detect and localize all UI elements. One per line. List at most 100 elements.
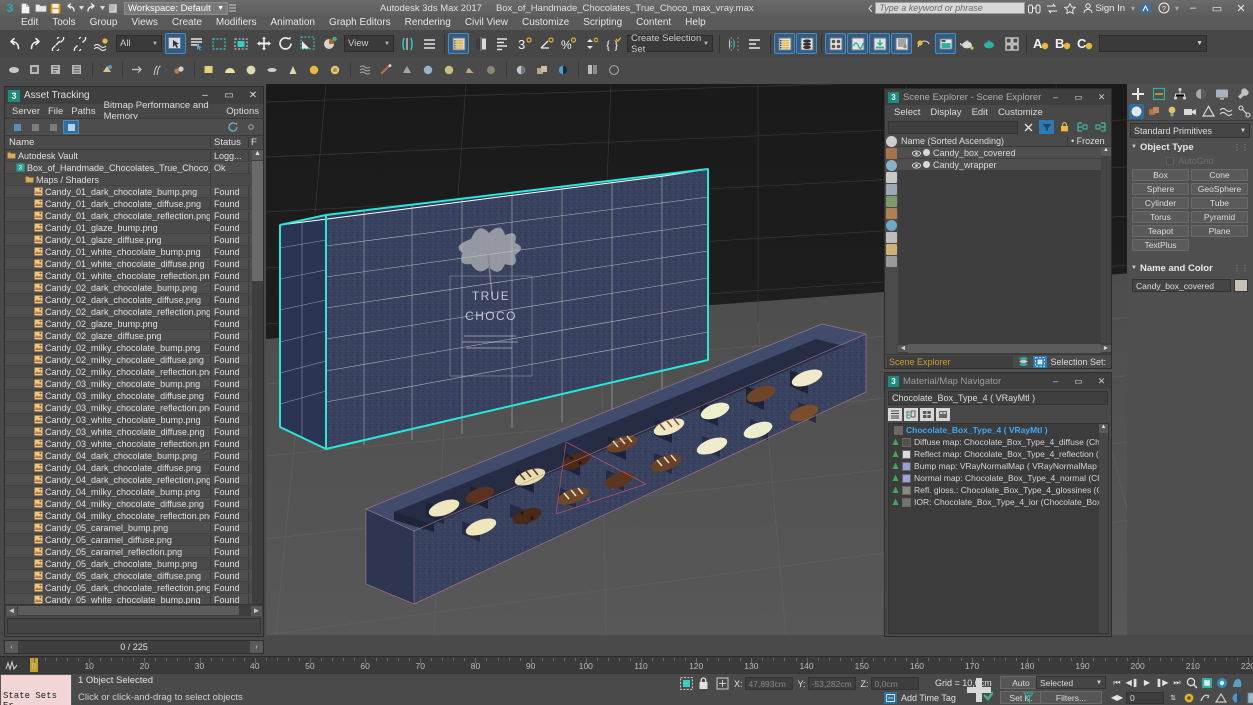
- asset-row[interactable]: Candy_01_glaze_diffuse.png Found: [5, 234, 263, 246]
- close-button[interactable]: ✕: [1229, 0, 1253, 16]
- filter-spacewarps-icon[interactable]: [886, 208, 897, 219]
- search-input[interactable]: Type a keyword or phrase: [875, 2, 1026, 14]
- filter-geometry-icon[interactable]: [886, 148, 897, 159]
- menu-item-edit[interactable]: Edit: [14, 16, 45, 30]
- shapes-tab[interactable]: [1147, 104, 1162, 119]
- asset-list-vertical-scrollbar[interactable]: ▲: [252, 150, 263, 604]
- align-button[interactable]: [492, 33, 513, 54]
- vray-sphere-light-icon[interactable]: [241, 60, 260, 79]
- create-selection-set-dropdown[interactable]: Create Selection Set ▼: [627, 33, 713, 55]
- select-by-name-button[interactable]: [187, 33, 208, 54]
- asset-row[interactable]: Candy_05_caramel_bump.png Found: [5, 522, 263, 534]
- redo-button[interactable]: [25, 33, 46, 54]
- use-pivot-point-center-button[interactable]: [397, 33, 418, 54]
- menu-item-graph-editors[interactable]: Graph Editors: [322, 16, 398, 30]
- rectangular-selection-region-button[interactable]: [209, 33, 230, 54]
- pan-view-icon[interactable]: [1230, 676, 1244, 689]
- layer-b-button[interactable]: B: [1052, 33, 1073, 54]
- asset-row[interactable]: Candy_03_white_chocolate_diffuse.png Foun…: [5, 426, 263, 438]
- material-map-row[interactable]: Reflect map: Chocolate_Box_Type_4_reflec…: [889, 448, 1108, 460]
- clear-filter-icon[interactable]: [1021, 120, 1036, 134]
- filter-helpers-icon[interactable]: [886, 196, 897, 207]
- rendered-frame-window-button[interactable]: [891, 33, 912, 54]
- asset-row[interactable]: Candy_01_white_chocolate_diffuse.png Foun…: [5, 258, 263, 270]
- spinner-snap-toggle-button[interactable]: [580, 33, 601, 54]
- scene-explorer-horizontal-scrollbar[interactable]: ◄ ►: [898, 343, 1111, 354]
- scene-menu-edit[interactable]: Edit: [967, 107, 993, 118]
- workspace-selector[interactable]: Workspace: Default ▼: [124, 1, 228, 15]
- asset-row[interactable]: Candy_01_white_chocolate_reflection.png F…: [5, 270, 263, 282]
- sign-in-button[interactable]: Sign In: [1079, 3, 1129, 14]
- named-selection-sets-button[interactable]: [448, 33, 469, 54]
- asset-row[interactable]: Candy_02_dark_chocolate_reflection.png Fo…: [5, 306, 263, 318]
- vray-render-elements-icon[interactable]: [583, 60, 602, 79]
- filter-funnel-icon[interactable]: [1039, 120, 1054, 134]
- open-asset-tracking-button[interactable]: [1001, 33, 1022, 54]
- asset-row[interactable]: Candy_04_dark_chocolate_bump.png Found: [5, 450, 263, 462]
- scene-object-row[interactable]: Candy_box_covered: [898, 147, 1111, 159]
- align-objects-button[interactable]: [745, 33, 766, 54]
- create-tube-button[interactable]: Tube: [1191, 197, 1248, 209]
- filter-groups-icon[interactable]: [886, 220, 897, 231]
- vray-clipper-icon[interactable]: [169, 60, 188, 79]
- create-tab[interactable]: [1130, 86, 1146, 102]
- frame-counter[interactable]: 0 / 225: [18, 642, 250, 652]
- filter-all-icon[interactable]: [886, 136, 897, 147]
- filter-bones-icon[interactable]: [886, 244, 897, 255]
- asset-row[interactable]: Candy_02_dark_chocolate_bump.png Found: [5, 282, 263, 294]
- scene-menu-select[interactable]: Select: [889, 107, 925, 118]
- vray-light-material-icon[interactable]: [439, 60, 458, 79]
- asset-row[interactable]: Autodesk Vault Logg...: [5, 150, 263, 162]
- asset-row[interactable]: Candy_01_dark_chocolate_bump.png Found: [5, 186, 263, 198]
- create-box-button[interactable]: Box: [1132, 169, 1189, 181]
- scroll-thumb[interactable]: [908, 344, 1101, 353]
- edit-named-selection-sets-button[interactable]: {}: [602, 33, 623, 54]
- asset-row[interactable]: Candy_02_milky_chocolate_diffuse.png Foun…: [5, 354, 263, 366]
- vray-dirt-icon[interactable]: [532, 60, 551, 79]
- scene-explorer-object-list[interactable]: Candy_box_covered Candy_wrapper ▲: [898, 147, 1111, 343]
- asset-row[interactable]: Candy_04_milky_chocolate_reflection.png F…: [5, 510, 263, 522]
- asset-row[interactable]: Candy_04_dark_chocolate_reflection.png Fo…: [5, 474, 263, 486]
- asset-row[interactable]: Maps / Shaders: [5, 174, 263, 186]
- asset-row[interactable]: Candy_04_milky_chocolate_bump.png Found: [5, 486, 263, 498]
- toggle-layer-explorer-button[interactable]: [796, 33, 817, 54]
- coord-y-input[interactable]: -53,282cm: [807, 677, 856, 690]
- timeline-track[interactable]: 0 10 20 30 40 50 60 70 80 90 100 110 120 130 140 150 160…: [0, 656, 1253, 673]
- scene-explorer-close-button[interactable]: ✕: [1092, 90, 1111, 105]
- filter-lights-icon[interactable]: [886, 172, 897, 183]
- create-sphere-button[interactable]: Sphere: [1132, 183, 1189, 195]
- material-root-row[interactable]: Chocolate_Box_Type_4 ( VRayMtl ): [889, 424, 1108, 436]
- menu-item-modifiers[interactable]: Modifiers: [209, 16, 264, 30]
- create-cylinder-button[interactable]: Cylinder: [1132, 197, 1189, 209]
- coord-z-input[interactable]: 0,0cm: [870, 677, 919, 690]
- asset-view-tree-icon[interactable]: [45, 120, 61, 134]
- maximize-viewport-icon[interactable]: [1246, 691, 1253, 704]
- vray-material-list-icon[interactable]: [67, 60, 86, 79]
- visibility-eye-icon[interactable]: [912, 161, 921, 169]
- collapse-all-icon[interactable]: [1093, 120, 1108, 134]
- hierarchy-tab[interactable]: [1172, 86, 1188, 102]
- material-map-row[interactable]: Bump map: VRayNormalMap ( VRayNormalMap …: [889, 460, 1108, 472]
- new-file-icon[interactable]: [18, 1, 33, 15]
- time-configuration-icon[interactable]: ◀▶: [1110, 691, 1124, 704]
- vray-sky-icon[interactable]: [325, 60, 344, 79]
- favorites-star-icon[interactable]: [1061, 1, 1079, 15]
- asset-tracking-close-button[interactable]: ✕: [243, 88, 263, 104]
- material-map-row[interactable]: Diffuse map: Chocolate_Box_Type_4_diffus…: [889, 436, 1108, 448]
- walkthrough-icon[interactable]: [1230, 691, 1244, 704]
- current-material-field[interactable]: Chocolate_Box_Type_4 ( VRayMtl ): [888, 391, 1108, 405]
- material-map-row[interactable]: Refl. gloss.: Chocolate_Box_Type_4_gloss…: [889, 484, 1108, 496]
- asset-row[interactable]: Candy_03_milky_chocolate_reflection.png F…: [5, 402, 263, 414]
- view-tree-icon[interactable]: [904, 407, 918, 421]
- vray-sun-icon[interactable]: [304, 60, 323, 79]
- maxscript-listener-panel[interactable]: State Sets Er: [0, 674, 72, 705]
- scene-explorer-maximize-button[interactable]: ▭: [1069, 90, 1088, 105]
- asset-settings-icon[interactable]: [243, 120, 259, 134]
- asset-row[interactable]: Candy_01_white_chocolate_bump.png Found: [5, 246, 263, 258]
- expand-all-icon[interactable]: [1075, 120, 1090, 134]
- search-expand-icon[interactable]: [865, 1, 875, 15]
- undo-button[interactable]: [3, 33, 24, 54]
- asset-menu-options[interactable]: Options: [222, 106, 263, 117]
- set-key-filters-icon[interactable]: [1020, 691, 1036, 704]
- asset-row[interactable]: Candy_01_dark_chocolate_reflection.png Fo…: [5, 210, 263, 222]
